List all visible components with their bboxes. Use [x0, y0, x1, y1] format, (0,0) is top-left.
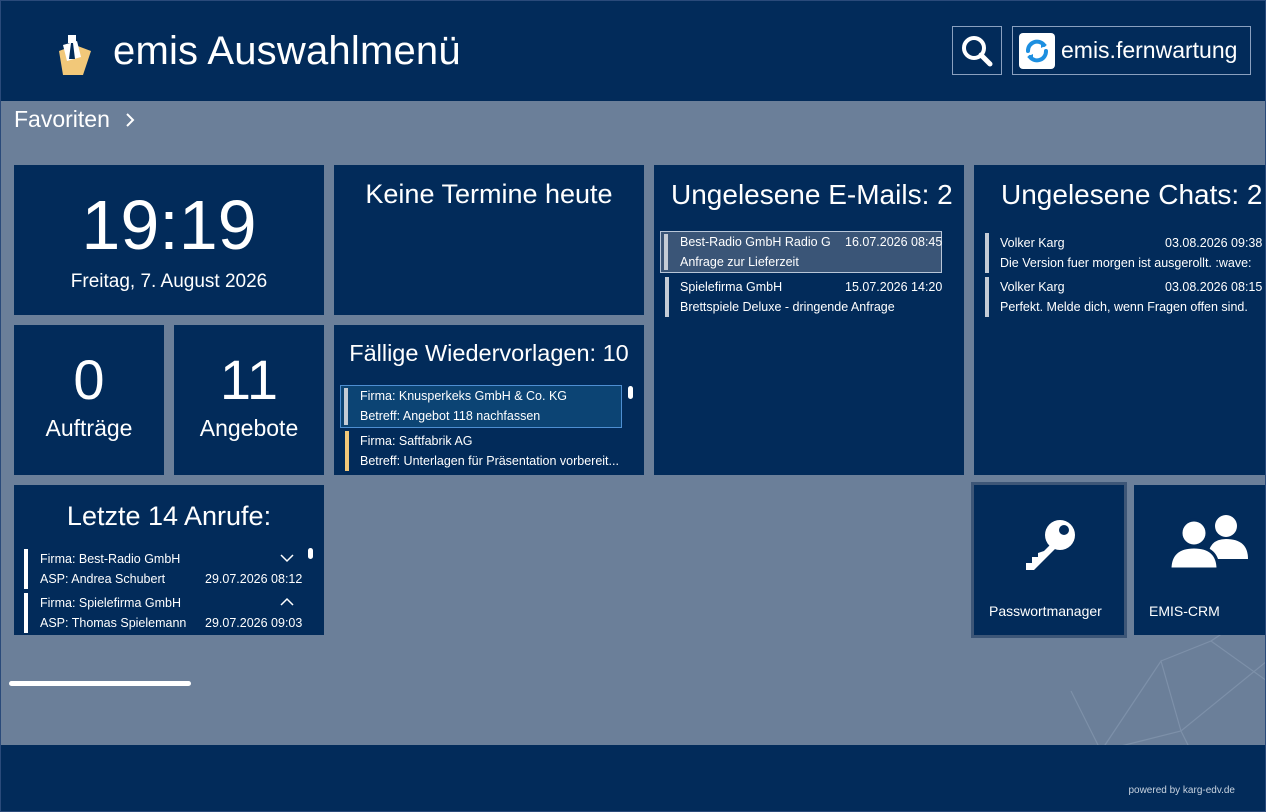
email-subject: Anfrage zur Lieferzeit: [680, 255, 799, 269]
search-button[interactable]: [952, 26, 1002, 75]
emails-title: Ungelesene E-Mails: 2: [671, 179, 953, 210]
favorites-label: Favoriten: [14, 106, 110, 132]
email-item[interactable]: Best-Radio GmbH Radio G... 16.07.2026 08…: [660, 231, 942, 273]
wiedervorlage-betreff: Betreff: Unterlagen für Präsentation vor…: [360, 454, 619, 468]
key-icon: [1026, 520, 1075, 570]
call-item-bar: [24, 593, 28, 633]
scrollbar-thumb[interactable]: [308, 548, 313, 559]
search-icon: [962, 35, 993, 66]
chats-tile[interactable]: Ungelesene Chats: 2 Volker Karg 03.08.20…: [974, 165, 1265, 475]
wiedervorlage-item-bar: [345, 431, 349, 471]
wiedervorlagen-tile[interactable]: Fällige Wiedervorlagen: 10 Firma: Knuspe…: [334, 325, 644, 475]
auftraege-count: 0: [73, 348, 105, 411]
chat-sender: Volker Karg: [1000, 236, 1065, 250]
chevron-down-icon[interactable]: [280, 553, 294, 563]
powered-by-text: powered by karg-edv.de: [1128, 785, 1235, 796]
call-item[interactable]: Firma: Best-Radio GmbH ASP: Andrea Schub…: [24, 549, 306, 589]
anrufe-tile[interactable]: Letzte 14 Anrufe: Firma: Best-Radio GmbH…: [14, 485, 324, 635]
horizontal-scrollbar[interactable]: [9, 681, 191, 686]
call-firma: Firma: Spielefirma GmbH: [40, 596, 181, 610]
email-item-bar: [664, 234, 668, 270]
wiedervorlage-firma: Firma: Knusperkeks GmbH & Co. KG: [360, 389, 568, 403]
fernwartung-logo-icon: [1019, 32, 1055, 69]
chat-item-bar: [985, 277, 989, 317]
email-item[interactable]: Spielefirma GmbH 15.07.2026 14:20 Bretts…: [665, 277, 943, 317]
angebote-label: Angebote: [199, 415, 299, 441]
passwortmanager-tile[interactable]: Passwortmanager: [971, 482, 1127, 638]
email-sender: Spielefirma GmbH: [680, 280, 783, 294]
chat-item[interactable]: Volker Karg 03.08.2026 08:15 Perfekt. Me…: [985, 277, 1265, 317]
angebote-tile[interactable]: 11 Angebote: [174, 325, 324, 475]
chat-sender: Volker Karg: [1000, 280, 1065, 294]
footer-bar: powered by karg-edv.de: [1, 745, 1265, 811]
chevron-up-icon[interactable]: [280, 597, 294, 607]
call-item-bar: [24, 549, 28, 589]
email-item-bar: [665, 277, 669, 317]
emails-tile[interactable]: Ungelesene E-Mails: 2 Best-Radio GmbH Ra…: [654, 165, 964, 475]
call-date: 29.07.2026 08:12: [205, 572, 303, 586]
email-date: 16.07.2026 08:45: [845, 235, 943, 249]
chevron-right-icon: [126, 112, 135, 127]
emis-crm-label: EMIS-CRM: [1149, 603, 1220, 619]
fernwartung-label: emis.fernwartung: [1061, 37, 1238, 63]
wiedervorlage-firma: Firma: Saftfabrik AG: [360, 434, 473, 448]
call-item[interactable]: Firma: Spielefirma GmbH ASP: Thomas Spie…: [24, 593, 306, 633]
call-date: 29.07.2026 09:03: [205, 616, 303, 630]
wiedervorlage-betreff: Betreff: Angebot 118 nachfassen: [360, 409, 541, 423]
termine-title: Keine Termine heute: [365, 179, 613, 209]
chat-message: Die Version fuer morgen ist ausgerollt. …: [1000, 256, 1252, 270]
auftraege-tile[interactable]: 0 Aufträge: [14, 325, 164, 475]
email-subject: Brettspiele Deluxe - dringende Anfrage: [680, 300, 895, 314]
wiedervorlagen-title: Fällige Wiedervorlagen: 10: [349, 340, 629, 366]
email-date: 15.07.2026 14:20: [845, 280, 943, 294]
app-title: emis Auswahlmenü: [113, 29, 461, 73]
clock-date: Freitag, 7. August 2026: [70, 271, 268, 292]
call-asp: ASP: Andrea Schubert: [40, 572, 166, 586]
emis-crm-tile[interactable]: EMIS-CRM: [1134, 485, 1265, 635]
fernwartung-button[interactable]: emis.fernwartung: [1012, 26, 1251, 75]
chat-date: 03.08.2026 08:15: [1165, 280, 1263, 294]
wiedervorlage-item-bar: [344, 388, 348, 425]
chat-item-bar: [985, 233, 989, 273]
chat-date: 03.08.2026 09:38: [1165, 236, 1263, 250]
emis-logo-icon: [59, 35, 91, 75]
passwortmanager-label: Passwortmanager: [989, 603, 1102, 619]
termine-tile[interactable]: Keine Termine heute: [334, 165, 644, 315]
call-asp: ASP: Thomas Spielemann: [40, 616, 187, 630]
anrufe-title: Letzte 14 Anrufe:: [66, 501, 272, 531]
clock-tile: 19:19 Freitag, 7. August 2026: [14, 165, 324, 315]
favorites-breadcrumb[interactable]: Favoriten: [14, 106, 136, 133]
chat-message: Perfekt. Melde dich, wenn Fragen offen s…: [1000, 300, 1248, 314]
users-icon: [1168, 515, 1248, 569]
chat-item[interactable]: Volker Karg 03.08.2026 09:38 Die Version…: [985, 233, 1265, 273]
chats-title: Ungelesene Chats: 2: [1001, 179, 1263, 210]
angebote-count: 11: [219, 348, 279, 411]
header-bar: emis Auswahlmenü emis.fernwartung: [1, 1, 1265, 101]
call-firma: Firma: Best-Radio GmbH: [40, 552, 181, 566]
email-sender: Best-Radio GmbH Radio G...: [680, 235, 830, 249]
auftraege-label: Aufträge: [45, 415, 133, 441]
wiedervorlage-item[interactable]: Firma: Knusperkeks GmbH & Co. KG Betreff…: [340, 385, 622, 428]
scrollbar-thumb[interactable]: [628, 386, 633, 399]
clock-time: 19:19: [81, 186, 257, 264]
app-window: emis Auswahlmenü emis.fernwartung Favori…: [0, 0, 1266, 812]
wiedervorlage-item[interactable]: Firma: Saftfabrik AG Betreff: Unterlagen…: [345, 431, 627, 471]
